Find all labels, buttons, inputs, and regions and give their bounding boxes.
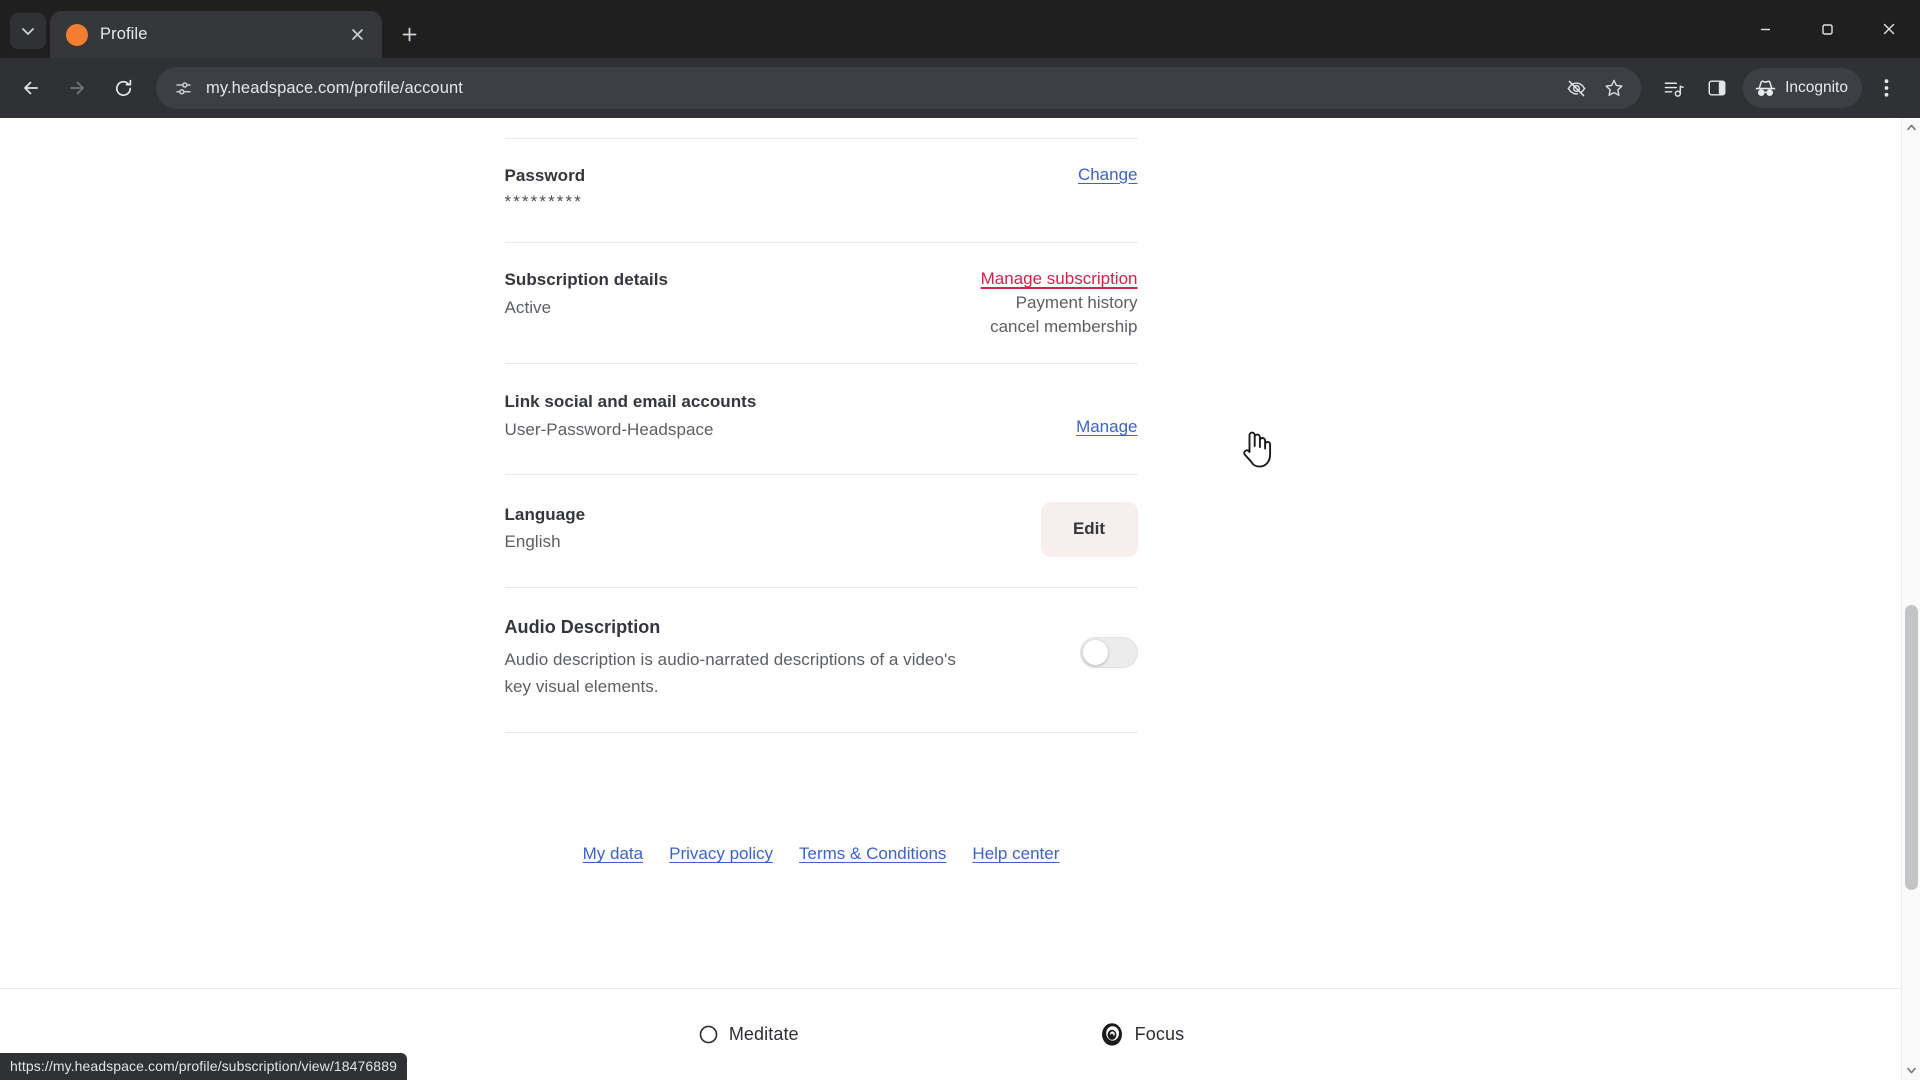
window-close-button[interactable] bbox=[1858, 0, 1920, 58]
audio-description-toggle[interactable] bbox=[1079, 637, 1138, 669]
scrollbar-thumb[interactable] bbox=[1905, 605, 1918, 890]
divider bbox=[504, 732, 1138, 734]
settings-row-password: Password ********* Change bbox=[505, 139, 1138, 242]
media-playlist-icon bbox=[1664, 82, 1684, 97]
address-bar[interactable]: my.headspace.com/profile/account bbox=[156, 67, 1642, 109]
side-panel-icon bbox=[1708, 80, 1726, 96]
language-label: Language bbox=[504, 505, 586, 525]
page-scrollbar[interactable] bbox=[1901, 118, 1920, 1080]
minimize-button[interactable] bbox=[1734, 0, 1796, 58]
settings-row-social-accounts: Link social and email accounts User-Pass… bbox=[505, 364, 1138, 473]
audio-description-text: Audio description is audio-narrated desc… bbox=[504, 650, 956, 696]
tab-search-button[interactable] bbox=[10, 13, 46, 49]
settings-row-subscription: Subscription details Active Manage subsc… bbox=[505, 243, 1138, 363]
reload-button[interactable] bbox=[102, 67, 144, 109]
scrollbar-down-arrow[interactable] bbox=[1902, 1061, 1920, 1080]
manage-social-accounts-link[interactable]: Manage bbox=[1076, 417, 1137, 437]
browser-toolbar: my.headspace.com/profile/account Incogni… bbox=[0, 58, 1920, 118]
edit-language-button[interactable]: Edit bbox=[1040, 501, 1138, 557]
chevron-down-icon bbox=[1906, 1067, 1916, 1074]
eye-slash-icon bbox=[1567, 80, 1586, 96]
password-label: Password bbox=[504, 166, 586, 185]
language-info: Language English bbox=[505, 504, 586, 554]
forward-button[interactable] bbox=[56, 67, 98, 109]
close-icon bbox=[351, 29, 363, 40]
settings-row-audio-description: Audio Description Audio description is a… bbox=[505, 588, 1138, 732]
audio-description-info: Audio Description Audio description is a… bbox=[505, 616, 985, 700]
headspace-favicon-icon bbox=[66, 23, 88, 46]
subscription-info: Subscription details Active bbox=[505, 269, 668, 319]
social-accounts-label: Link social and email accounts bbox=[504, 392, 757, 412]
footer-links: My data Privacy policy Terms & Condition… bbox=[505, 838, 1138, 864]
bottom-nav-meditate[interactable]: Meditate bbox=[698, 1024, 799, 1045]
minimize-icon bbox=[1760, 28, 1770, 30]
page-viewport: Password ********* Change Subscription d… bbox=[0, 118, 1920, 1080]
bottom-nav-meditate-label: Meditate bbox=[728, 1024, 799, 1044]
incognito-label: Incognito bbox=[1785, 79, 1848, 96]
page-scroll-area: Password ********* Change Subscription d… bbox=[0, 118, 1920, 988]
browser-window: Profile my.headspace.com/profile/account… bbox=[0, 0, 1920, 1080]
language-value: English bbox=[504, 532, 561, 552]
url-text: my.headspace.com/profile/account bbox=[206, 78, 463, 97]
chevron-up-icon bbox=[1906, 124, 1916, 131]
change-password-link[interactable]: Change bbox=[1078, 165, 1138, 185]
subscription-label: Subscription details bbox=[504, 270, 668, 290]
incognito-hat-icon bbox=[1755, 80, 1776, 96]
chevron-down-icon bbox=[22, 28, 34, 35]
social-accounts-info: Link social and email accounts User-Pass… bbox=[505, 391, 757, 441]
three-dot-menu-icon bbox=[1884, 79, 1888, 97]
toggle-knob bbox=[1082, 640, 1108, 666]
bookmark-button[interactable] bbox=[1597, 71, 1631, 105]
social-accounts-value: User-Password-Headspace bbox=[504, 419, 714, 439]
site-info-button[interactable] bbox=[170, 75, 196, 101]
concentric-spiral-icon bbox=[1101, 1022, 1122, 1046]
incognito-indicator[interactable]: Incognito bbox=[1743, 68, 1862, 108]
circle-outline-icon bbox=[699, 1025, 718, 1044]
tab-strip: Profile bbox=[0, 0, 1920, 58]
star-icon bbox=[1605, 79, 1623, 96]
omnibox-actions bbox=[1559, 71, 1631, 105]
new-tab-button[interactable] bbox=[390, 15, 428, 53]
side-panel-button[interactable] bbox=[1697, 68, 1737, 108]
footer-link-terms-conditions[interactable]: Terms & Conditions bbox=[799, 844, 946, 864]
settings-row-language: Language English Edit bbox=[505, 475, 1138, 587]
forward-arrow-icon bbox=[70, 81, 84, 95]
maximize-icon bbox=[1821, 23, 1833, 35]
link-status-bubble: https://my.headspace.com/profile/subscri… bbox=[0, 1053, 407, 1080]
footer-link-privacy-policy[interactable]: Privacy policy bbox=[669, 844, 773, 864]
footer-link-help-center[interactable]: Help center bbox=[972, 844, 1059, 864]
back-arrow-icon bbox=[24, 81, 38, 95]
reload-icon bbox=[115, 79, 131, 96]
window-controls bbox=[1734, 0, 1920, 58]
manage-subscription-link[interactable]: Manage subscription bbox=[981, 269, 1138, 289]
payment-history-link[interactable]: Payment history bbox=[1016, 293, 1138, 313]
bottom-nav-focus[interactable]: Focus bbox=[1099, 1022, 1185, 1048]
subscription-status: Active bbox=[504, 297, 552, 317]
page-settings-icon bbox=[175, 81, 191, 95]
footer-link-my-data[interactable]: My data bbox=[583, 844, 643, 864]
password-info: Password ********* bbox=[505, 165, 586, 210]
close-icon bbox=[1883, 23, 1895, 35]
mouse-cursor-hand-icon bbox=[1243, 431, 1272, 468]
cancel-membership-link[interactable]: cancel membership bbox=[990, 317, 1137, 337]
audio-description-label: Audio Description bbox=[504, 616, 661, 637]
subscription-actions: Manage subscription Payment history canc… bbox=[981, 269, 1138, 337]
hide-password-button[interactable] bbox=[1559, 71, 1593, 105]
tab-close-button[interactable] bbox=[344, 22, 370, 48]
media-control-button[interactable] bbox=[1653, 68, 1693, 108]
maximize-button[interactable] bbox=[1796, 0, 1858, 58]
bottom-nav-focus-label: Focus bbox=[1134, 1024, 1185, 1044]
password-masked-value: ********* bbox=[504, 192, 583, 212]
browser-tab-profile[interactable]: Profile bbox=[50, 11, 382, 58]
scrollbar-up-arrow[interactable] bbox=[1902, 118, 1920, 137]
chrome-menu-button[interactable] bbox=[1866, 68, 1906, 108]
account-settings-content: Password ********* Change Subscription d… bbox=[504, 118, 1138, 864]
bottom-nav-items: Meditate Focus bbox=[0, 1022, 1901, 1048]
tab-title: Profile bbox=[100, 25, 148, 43]
scrollbar-track[interactable] bbox=[1902, 137, 1920, 1061]
back-button[interactable] bbox=[10, 67, 52, 109]
plus-icon bbox=[402, 27, 416, 41]
